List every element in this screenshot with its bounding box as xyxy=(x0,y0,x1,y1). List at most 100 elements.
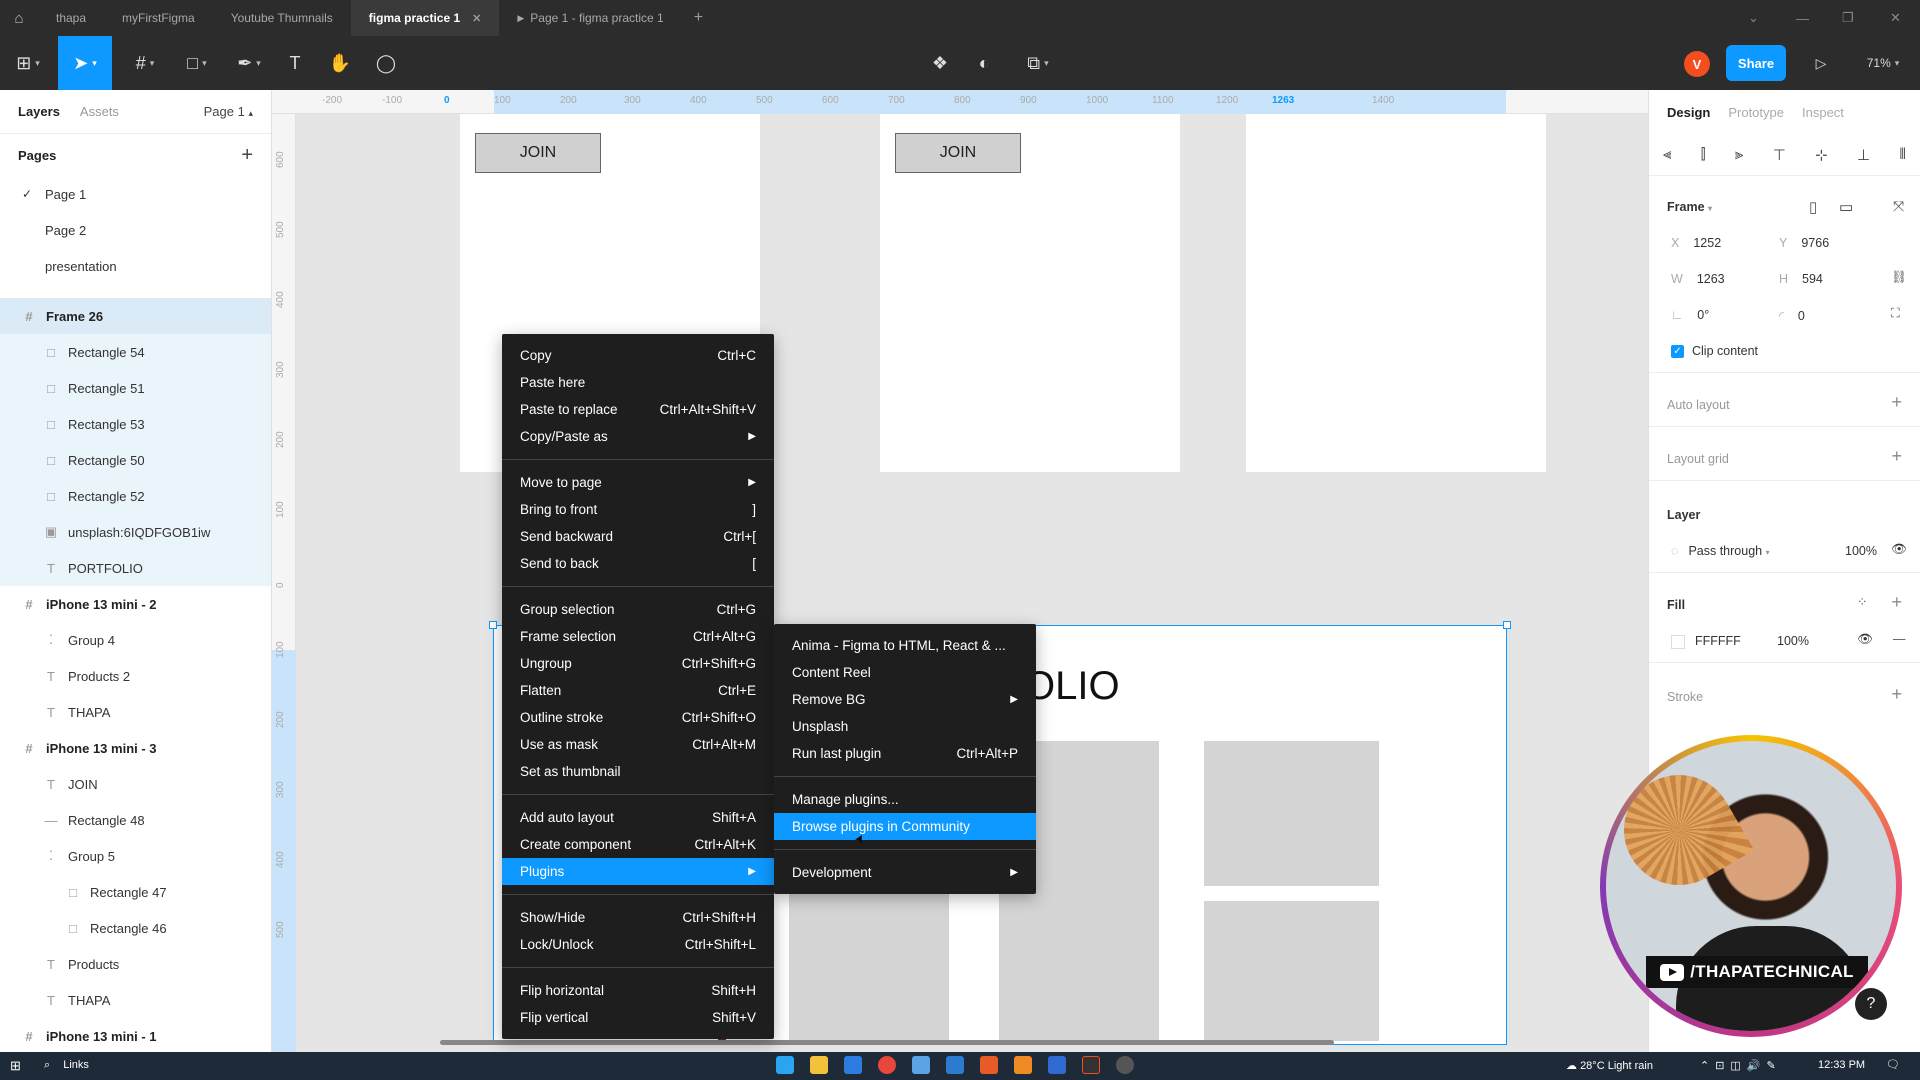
menu-item-group-selection[interactable]: Group selection Ctrl+G xyxy=(502,596,774,623)
tab-layers[interactable]: Layers xyxy=(18,104,60,119)
page-item[interactable]: presentation xyxy=(0,248,271,284)
menu-item-manage-plugins[interactable]: Manage plugins... xyxy=(774,786,1036,813)
align-top-icon[interactable]: ⊤ xyxy=(1773,146,1786,164)
shape-tool-icon[interactable]: □ ▾ xyxy=(176,36,218,90)
layer-item[interactable]: □ Rectangle 54 xyxy=(0,334,271,370)
page-item[interactable]: ✓ Page 1 xyxy=(0,176,271,212)
resize-handle[interactable] xyxy=(1503,621,1511,629)
home-icon[interactable]: ⌂ xyxy=(0,0,38,36)
horizontal-scrollbar[interactable] xyxy=(440,1040,1334,1045)
x-field[interactable]: X 1252 xyxy=(1671,236,1721,250)
new-tab-icon[interactable]: + xyxy=(682,9,715,27)
hand-tool-icon[interactable]: ✋ xyxy=(324,36,356,90)
page-item[interactable]: Page 2 xyxy=(0,212,271,248)
windows-start-icon[interactable]: ⊞ xyxy=(10,1058,21,1074)
zoom-control[interactable]: 71% ▾ xyxy=(1858,36,1908,90)
main-menu-icon[interactable]: ⊞ ▾ xyxy=(8,36,48,90)
menu-item-show-hide[interactable]: Show/Hide Ctrl+Shift+H xyxy=(502,904,774,931)
tray-icons[interactable]: ⌃⊡◫🔊✎ xyxy=(1700,1059,1782,1072)
layer-frame[interactable]: # Frame 26 xyxy=(0,298,271,334)
close-window-icon[interactable]: ✕ xyxy=(1890,0,1901,36)
constrain-proportions-icon[interactable]: ⛓ xyxy=(1891,270,1907,285)
h-field[interactable]: H 594 xyxy=(1779,272,1823,286)
layer-item[interactable]: □ Rectangle 46 xyxy=(0,910,271,946)
close-tab-icon[interactable]: ✕ xyxy=(472,12,481,25)
chrome-icon[interactable] xyxy=(878,1056,896,1074)
menu-item-unsplash[interactable]: Unsplash xyxy=(774,713,1036,740)
layer-frame[interactable]: # iPhone 13 mini - 2 xyxy=(0,586,271,622)
layer-item[interactable]: □ Rectangle 51 xyxy=(0,370,271,406)
frame-tool-icon[interactable]: # ▾ xyxy=(124,36,166,90)
independent-corners-icon[interactable]: ⛶ xyxy=(1891,306,1900,321)
menu-item-anima-figma-to-html-react[interactable]: Anima - Figma to HTML, React & ... xyxy=(774,632,1036,659)
fill-opacity[interactable]: 100% xyxy=(1777,634,1809,648)
distribute-icon[interactable]: ⦀ xyxy=(1899,146,1906,163)
menu-item-copy[interactable]: Copy Ctrl+C xyxy=(502,342,774,369)
clip-content-checkbox[interactable]: ✓ Clip content xyxy=(1671,344,1758,359)
share-button[interactable]: Share xyxy=(1726,45,1786,81)
comment-tool-icon[interactable]: ◯ xyxy=(370,36,402,90)
layer-opacity[interactable]: 100% xyxy=(1845,544,1877,558)
menu-item-outline-stroke[interactable]: Outline stroke Ctrl+Shift+O xyxy=(502,704,774,731)
move-tool-icon[interactable]: ➤ ▾ xyxy=(58,36,112,90)
chevron-down-icon[interactable]: ⌄ xyxy=(1748,0,1759,36)
eye-icon[interactable]: 👁 xyxy=(1891,542,1907,557)
menu-item-ungroup[interactable]: Ungroup Ctrl+Shift+G xyxy=(502,650,774,677)
pen-tool-icon[interactable]: ✒ ▾ xyxy=(228,36,270,90)
style-grid-icon[interactable]: ⁘ xyxy=(1857,594,1867,609)
blend-mode-select[interactable]: ◌ Pass through ▾ xyxy=(1671,544,1770,558)
layer-item[interactable]: T Products 2 xyxy=(0,658,271,694)
menu-item-frame-selection[interactable]: Frame selection Ctrl+Alt+G xyxy=(502,623,774,650)
menu-item-add-auto-layout[interactable]: Add auto layout Shift+A xyxy=(502,804,774,831)
file-explorer-icon[interactable] xyxy=(810,1056,828,1074)
components-icon[interactable]: ❖ xyxy=(924,36,956,90)
tab-prototype[interactable]: Prototype xyxy=(1728,105,1784,120)
edge-icon[interactable] xyxy=(776,1056,794,1074)
menu-item-flatten[interactable]: Flatten Ctrl+E xyxy=(502,677,774,704)
avatar[interactable]: V xyxy=(1684,51,1710,77)
tab-myfirstfigma[interactable]: myFirstFigma xyxy=(104,0,213,36)
taskbar-search[interactable]: ⌕ Links xyxy=(44,1059,89,1072)
radius-field[interactable]: ◜ 0 xyxy=(1779,308,1805,323)
tab-figma-practice-1[interactable]: figma practice 1 ✕ xyxy=(350,0,500,36)
text-tool-icon[interactable]: T xyxy=(280,36,310,90)
menu-item-send-backward[interactable]: Send backward Ctrl+[ xyxy=(502,523,774,550)
vscode-icon[interactable] xyxy=(946,1056,964,1074)
figma-icon[interactable] xyxy=(1082,1056,1100,1074)
y-field[interactable]: Y 9766 xyxy=(1779,236,1829,250)
layer-item[interactable]: — Rectangle 48 xyxy=(0,802,271,838)
layer-item[interactable]: ⁚ Group 4 xyxy=(0,622,271,658)
menu-item-development[interactable]: Development ▶ xyxy=(774,859,1036,886)
layer-item[interactable]: □ Rectangle 47 xyxy=(0,874,271,910)
layer-item[interactable]: ▣ unsplash:6IQDFGOB1iw xyxy=(0,514,271,550)
tab-design[interactable]: Design xyxy=(1667,105,1710,120)
layer-item[interactable]: □ Rectangle 53 xyxy=(0,406,271,442)
layer-frame[interactable]: # iPhone 13 mini - 3 xyxy=(0,730,271,766)
menu-item-remove-bg[interactable]: Remove BG ▶ xyxy=(774,686,1036,713)
app-icon[interactable] xyxy=(912,1056,930,1074)
menu-item-set-as-thumbnail[interactable]: Set as thumbnail xyxy=(502,758,774,785)
weather-widget[interactable]: ☁ 28°C Light rain xyxy=(1566,1059,1653,1072)
mask-icon[interactable]: ◐ xyxy=(968,36,1000,90)
rotation-field[interactable]: ∟ 0° xyxy=(1671,308,1709,322)
menu-item-plugins[interactable]: Plugins ▶ xyxy=(502,858,774,885)
align-right-icon[interactable]: ⫸ xyxy=(1735,146,1743,163)
remove-fill-icon[interactable]: — xyxy=(1893,632,1906,646)
align-middle-icon[interactable]: ⊹ xyxy=(1815,146,1828,164)
menu-item-lock-unlock[interactable]: Lock/Unlock Ctrl+Shift+L xyxy=(502,931,774,958)
menu-item-paste-here[interactable]: Paste here xyxy=(502,369,774,396)
layer-item[interactable]: □ Rectangle 50 xyxy=(0,442,271,478)
tab-youtube-thumnails[interactable]: Youtube Thumnails xyxy=(213,0,351,36)
tab-prototype-page[interactable]: ▶ Page 1 - figma practice 1 xyxy=(499,0,681,36)
canvas[interactable]: -200 -100 0 100 200 300 400 500 600 700 800 900 1000… xyxy=(272,90,1648,1052)
menu-item-paste-to-replace[interactable]: Paste to replace Ctrl+Alt+Shift+V xyxy=(502,396,774,423)
page-selector[interactable]: Page 1 ▴ xyxy=(204,104,253,119)
menu-item-browse-plugins-in-community[interactable]: Browse plugins in Community xyxy=(774,813,1036,840)
layer-item[interactable]: T Products xyxy=(0,946,271,982)
layer-item[interactable]: □ Rectangle 52 xyxy=(0,478,271,514)
mail-icon[interactable] xyxy=(844,1056,862,1074)
tab-assets[interactable]: Assets xyxy=(80,104,119,119)
app-icon[interactable] xyxy=(1014,1056,1032,1074)
layer-item[interactable]: ⁚ Group 5 xyxy=(0,838,271,874)
fit-icon[interactable]: ⤧ xyxy=(1893,198,1904,215)
